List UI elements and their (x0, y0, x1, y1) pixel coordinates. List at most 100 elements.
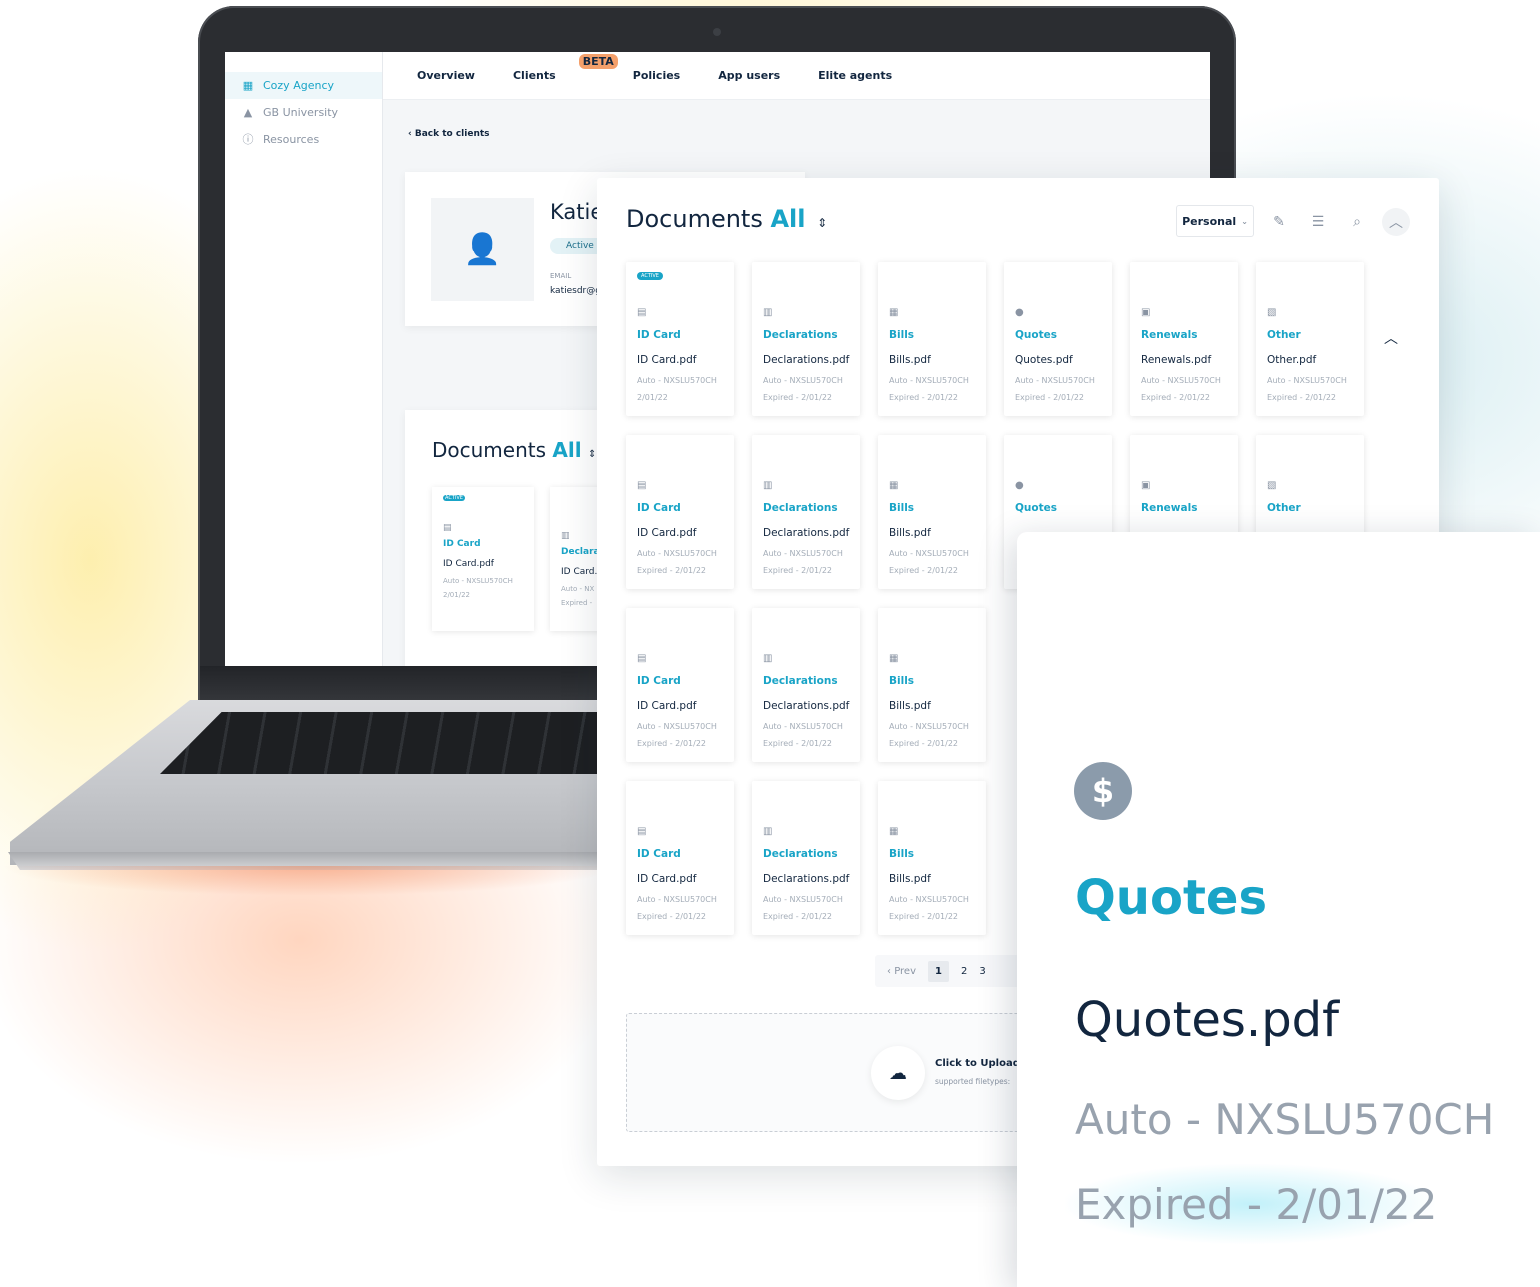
other-icon: ▧ (1267, 307, 1277, 318)
dollar-icon: $ (1074, 762, 1132, 820)
id-card-icon: ▤ (637, 480, 647, 491)
card-filename: Bills.pdf (889, 873, 931, 885)
declarations-icon: ▥ (763, 826, 773, 837)
tab-clients[interactable]: Clients BETA (513, 54, 618, 82)
card-expiry: Expired - 2/01/22 (637, 739, 707, 748)
bills-icon: ▦ (889, 307, 899, 318)
document-card[interactable]: ● Quotes Quotes.pdf Auto - NXSLU570CH Expire… (1004, 262, 1112, 416)
card-expiry: Expired - 2/01/22 (889, 912, 959, 921)
sidebar-item-resources[interactable]: ⓘ Resources (225, 126, 382, 153)
scope-select[interactable]: Personal ⌄ (1176, 205, 1254, 237)
email-label: EMAIL (550, 272, 572, 280)
camera-icon (713, 28, 721, 36)
declarations-icon: ▥ (763, 653, 773, 664)
quotes-icon: ● (1015, 480, 1024, 491)
card-filename: Declarations.pdf (763, 700, 850, 712)
sidebar: ▦ Cozy Agency ▲ GB University ⓘ Resource… (225, 52, 383, 666)
card-expiry: Expired - 2/01/22 (1141, 393, 1211, 402)
card-category: Declarations (763, 329, 838, 341)
card-category: Bills (889, 675, 915, 687)
card-meta: Auto - NXSLU570CH (763, 895, 843, 904)
card-meta: Auto - NXSLU570CH (763, 376, 843, 385)
document-card[interactable]: ▤ ID Card ID Card.pdf Auto - NXSLU570CH Expi… (626, 608, 734, 762)
page-3-button[interactable]: 3 (979, 966, 985, 977)
card-category: ID Card (637, 675, 681, 687)
card-category: Bills (889, 329, 915, 341)
collapse-icon[interactable]: ︿ (1382, 208, 1410, 236)
tab-app-users[interactable]: App users (718, 69, 780, 82)
tab-policies[interactable]: Policies (633, 69, 680, 82)
documents-title-text: Documents (432, 438, 547, 462)
document-card[interactable]: ▥ Declarations Declarations.pdf Auto - NXSL… (752, 608, 860, 762)
card-meta: Auto - NXSLU570CH (889, 895, 969, 904)
back-to-clients-link[interactable]: ‹ Back to clients (408, 129, 490, 139)
id-card-icon: ▤ (637, 826, 647, 837)
card-category: Declarations (763, 502, 838, 514)
chevron-left-icon: ‹ (408, 129, 415, 139)
document-card[interactable]: ▥ Declarations Declarations.pdf Auto - NXSL… (752, 435, 860, 589)
card-expiry: Expired - 2/01/22 (637, 912, 707, 921)
declarations-icon: ▥ (763, 480, 773, 491)
documents-title: Documents All ⇕ (626, 205, 827, 233)
documents-filter[interactable]: All (770, 205, 805, 233)
document-card[interactable]: ▦ Bills Bills.pdf Auto - NXSLU570CH Expired … (878, 608, 986, 762)
card-category: Other (1267, 329, 1301, 341)
page-2-button[interactable]: 2 (961, 966, 967, 977)
renewals-icon: ▣ (1141, 307, 1151, 318)
id-card-icon: ▤ (637, 653, 647, 664)
edit-icon[interactable]: ✎ (1265, 208, 1293, 236)
prev-page-button[interactable]: ‹ Prev (887, 966, 916, 977)
sort-icon[interactable]: ⇕ (588, 449, 596, 460)
document-card[interactable]: ▤ ID Card ID Card.pdf Auto - NXSLU570CH Expi… (626, 435, 734, 589)
page-1-button[interactable]: 1 (928, 960, 949, 982)
document-card[interactable]: ACTIVE ▤ ID Card ID Card.pdf Auto - NXSL… (432, 487, 534, 631)
document-card[interactable]: ▤ ID Card ID Card.pdf Auto - NXSLU570CH Expi… (626, 781, 734, 935)
card-meta: Auto - NXSLU570CH (1267, 376, 1347, 385)
active-badge: ACTIVE (637, 272, 663, 280)
sidebar-item-label: Resources (263, 133, 320, 146)
keyboard (160, 712, 600, 774)
document-card[interactable]: ▦ Bills Bills.pdf Auto - NXSLU570CH Expired … (878, 781, 986, 935)
document-card[interactable]: ▥ Declarations Declarations.pdf Auto - NXSL… (752, 781, 860, 935)
document-card[interactable]: ▣ Renewals Renewals.pdf Auto - NXSLU570CH Ex… (1130, 262, 1238, 416)
user-avatar-icon: 👤 (431, 198, 534, 301)
card-category: ID Card (637, 329, 681, 341)
graduation-cap-icon: ▲ (243, 105, 253, 119)
sort-icon[interactable]: ⇕ (817, 216, 827, 230)
sidebar-item-gb-university[interactable]: ▲ GB University (225, 99, 382, 126)
bills-icon: ▦ (889, 826, 899, 837)
card-filename: ID Card.pdf (637, 527, 697, 539)
sidebar-item-cozy-agency[interactable]: ▦ Cozy Agency (225, 72, 382, 99)
card-category: Quotes (1075, 870, 1268, 926)
document-card[interactable]: ▧ Other Other.pdf Auto - NXSLU570CH Expired … (1256, 262, 1364, 416)
card-filename: Bills.pdf (889, 354, 931, 366)
document-card[interactable]: ▥ Declarations Declarations.pdf Auto - NXSL… (752, 262, 860, 416)
card-filename: Bills.pdf (889, 527, 931, 539)
card-filename: Quotes.pdf (1015, 354, 1073, 366)
card-filename: Other.pdf (1267, 354, 1317, 366)
card-meta: Auto - NXSLU570CH (889, 376, 969, 385)
card-meta: Auto - NXSLU570CH (1141, 376, 1221, 385)
card-expiry: 2/01/22 (637, 393, 668, 402)
tab-elite-agents[interactable]: Elite agents (818, 69, 892, 82)
document-card[interactable]: ACTIVE ▤ ID Card ID Card.pdf Auto - NXSLU570… (626, 262, 734, 416)
document-card[interactable]: ▦ Bills Bills.pdf Auto - NXSLU570CH Expired … (878, 262, 986, 416)
card-category: ID Card (637, 848, 681, 860)
filter-icon[interactable]: ☰ (1304, 208, 1332, 236)
card-expiry: Expired - 2/01/22 (889, 566, 959, 575)
quotes-icon: ● (1015, 307, 1024, 318)
info-icon: ⓘ (242, 132, 254, 146)
zoomed-document-card[interactable]: $ Quotes Quotes.pdf Auto - NXSLU570CH Ex… (1017, 532, 1540, 1287)
documents-filter[interactable]: All (552, 438, 581, 462)
id-card-icon: ▤ (637, 307, 647, 318)
card-filename: Declarations.pdf (763, 354, 850, 366)
card-category: Renewals (1141, 502, 1198, 514)
card-filename: Bills.pdf (889, 700, 931, 712)
card-filename: Declarations.pdf (763, 873, 850, 885)
laptop-shadow (0, 866, 620, 896)
tab-overview[interactable]: Overview (417, 69, 475, 82)
chevron-up-icon[interactable]: ︿ (1384, 328, 1398, 348)
document-card[interactable]: ▦ Bills Bills.pdf Auto - NXSLU570CH Expired … (878, 435, 986, 589)
bills-icon: ▦ (889, 480, 899, 491)
search-icon[interactable]: ⌕ (1343, 208, 1371, 236)
